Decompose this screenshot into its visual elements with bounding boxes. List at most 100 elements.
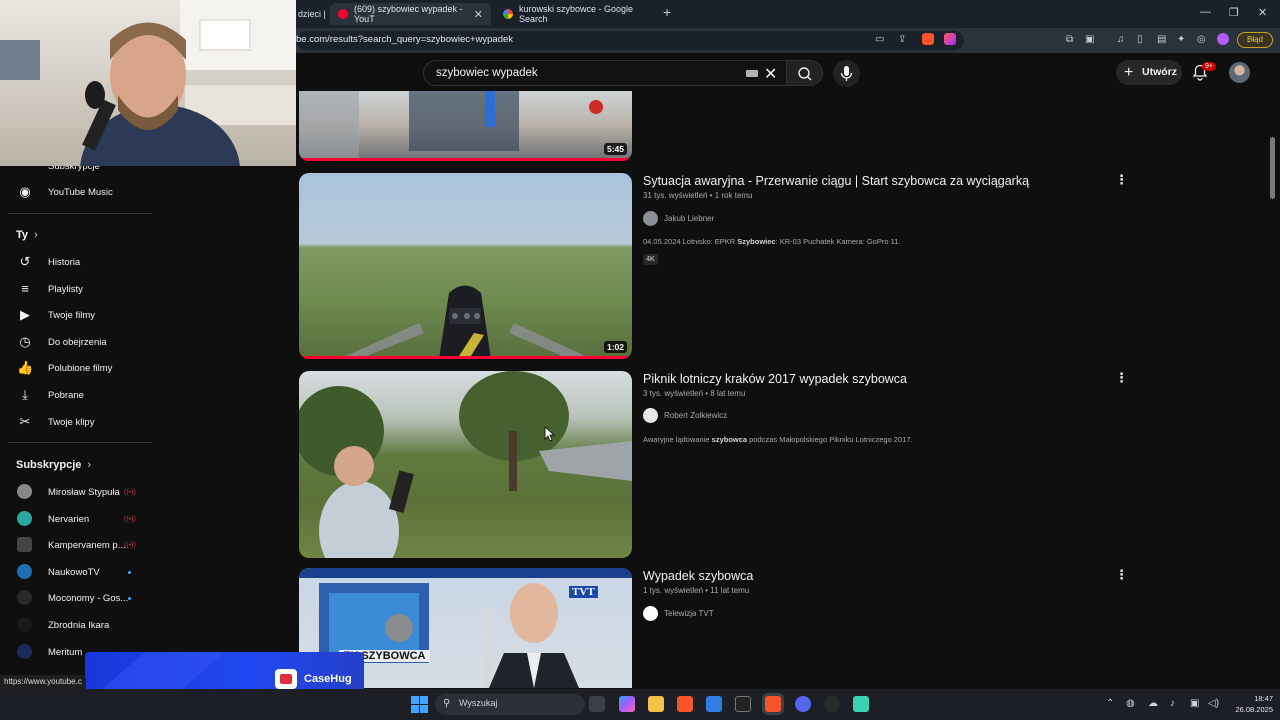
scissors-icon: ✂ xyxy=(19,414,31,429)
taskbar-clock[interactable]: 18:47 26.08.2025 xyxy=(1229,693,1273,715)
brave-active-icon[interactable] xyxy=(765,696,781,712)
subscription-item[interactable]: NaukowoTV xyxy=(0,559,153,585)
chevron-up-icon[interactable]: ⌃ xyxy=(1106,698,1114,709)
tab-label: dzieci | xyxy=(298,9,326,19)
brave-rewards-icon[interactable] xyxy=(944,33,956,45)
link-status-bar: https://www.youtube.c xyxy=(0,675,86,689)
profile-icon[interactable] xyxy=(1217,33,1229,45)
cast-icon[interactable]: ▭ xyxy=(875,34,884,45)
file-explorer-icon[interactable] xyxy=(648,696,664,712)
promo-brand: CaseHug xyxy=(304,673,352,685)
channel-avatar xyxy=(17,617,32,632)
copilot-icon[interactable] xyxy=(619,696,635,712)
live-icon: ((•)) xyxy=(124,541,136,549)
channel-link[interactable]: Jakub Liebner xyxy=(643,211,714,226)
search-input[interactable]: szybowiec wypadek ✕ xyxy=(423,60,787,86)
sidebar-item-your-clips[interactable]: ✂ Twoje klipy xyxy=(0,409,153,435)
keyboard-icon[interactable] xyxy=(746,70,758,77)
video-title[interactable]: Wypadek szybowca xyxy=(643,569,753,583)
sidebar-item-history[interactable]: ↺ Historia xyxy=(0,249,153,275)
channel-avatar xyxy=(643,408,658,423)
more-actions-icon[interactable]: ⋮ xyxy=(1115,567,1128,583)
reading-list-icon[interactable]: ▯ xyxy=(1137,34,1143,45)
notepad-icon[interactable] xyxy=(853,696,869,712)
google-favicon-icon xyxy=(503,9,513,19)
obs-icon[interactable] xyxy=(824,696,840,712)
voice-search-button[interactable] xyxy=(833,60,860,87)
windows-taskbar: ⚲ Wyszukaj ⌃ ◍ ☁ ♪ ▣ ◁) 18:47 26.08.2025 xyxy=(0,689,1280,720)
close-tab-icon[interactable]: ✕ xyxy=(474,8,483,21)
tab-dzieci[interactable]: dzieci | xyxy=(290,3,334,25)
volume-icon[interactable]: ◁) xyxy=(1208,698,1219,709)
sidebar-item-playlists[interactable]: ≡ Playlisty xyxy=(0,276,153,302)
discord-icon[interactable] xyxy=(795,696,811,712)
account-avatar[interactable] xyxy=(1229,62,1250,83)
tab-google-search[interactable]: kurowski szybowce - Google Search xyxy=(495,3,656,25)
search-button[interactable] xyxy=(786,60,823,86)
sidebar-item-downloads[interactable]: ⤓ Pobrane xyxy=(0,382,153,408)
taskbar-search-input[interactable] xyxy=(435,694,585,715)
music-icon[interactable]: ♫ xyxy=(1117,34,1125,45)
profile-error-badge[interactable]: Błąd xyxy=(1237,32,1273,48)
video-thumbnail[interactable]: 5:45 xyxy=(299,91,632,161)
tab-label: kurowski szybowce - Google Search xyxy=(519,4,634,24)
channel-link[interactable]: Telewizja TVT xyxy=(643,606,714,621)
you-section-header[interactable]: Ty › xyxy=(16,229,38,241)
subscriptions-section-header[interactable]: Subskrypcje › xyxy=(16,459,91,471)
restore-icon[interactable]: ❐ xyxy=(1229,6,1239,19)
video-duration: 1:02 xyxy=(603,341,627,353)
vpn-icon[interactable]: ◎ xyxy=(1197,34,1206,45)
video-thumbnail[interactable]: 1:02 xyxy=(299,173,632,359)
steam-tray-icon[interactable]: ◍ xyxy=(1126,698,1135,709)
brave-shields-icon[interactable] xyxy=(922,33,934,45)
tab-youtube-search[interactable]: (609) szybowiec wypadek - YouT ✕ xyxy=(330,3,491,25)
create-button[interactable]: + Utwórz xyxy=(1116,60,1182,85)
close-window-icon[interactable]: ✕ xyxy=(1258,6,1267,19)
video-title[interactable]: Piknik lotniczy kraków 2017 wypadek szyb… xyxy=(643,372,907,386)
wallet-icon[interactable]: ▤ xyxy=(1157,34,1166,45)
channel-avatar xyxy=(643,606,658,621)
screenshot-icon[interactable]: ▣ xyxy=(1085,34,1094,45)
sidebar-item-youtube-music[interactable]: ◉ YouTube Music xyxy=(0,179,153,205)
leo-ai-icon[interactable]: ✦ xyxy=(1177,34,1185,45)
extensions-puzzle-icon[interactable]: ⧉ xyxy=(1066,34,1073,45)
video-thumbnail[interactable] xyxy=(299,371,632,558)
sidebar-item-watch-later[interactable]: ◷ Do obejrzenia xyxy=(0,329,153,355)
cloud-icon[interactable]: ☁ xyxy=(1148,698,1158,709)
subscription-item[interactable]: Moconomy - Gos... xyxy=(0,585,153,611)
subscription-item[interactable]: Zbrodnia Ikara xyxy=(0,612,153,638)
minimize-icon[interactable]: — xyxy=(1200,6,1211,18)
brave-browser-icon[interactable] xyxy=(677,696,693,712)
network-icon[interactable]: ▣ xyxy=(1190,698,1199,709)
page-scrollbar[interactable] xyxy=(1270,137,1275,199)
subscription-item[interactable]: Mirosław Stypuła ((•)) xyxy=(0,479,153,505)
video-meta: 1 tys. wyświetleń • 11 lat temu xyxy=(643,586,750,595)
share-icon[interactable]: ⇪ xyxy=(898,34,906,45)
sidebar-item-your-videos[interactable]: ▶ Twoje filmy xyxy=(0,302,153,328)
subscription-item[interactable]: Nervarien ((•)) xyxy=(0,506,153,532)
thumbnail-image xyxy=(339,285,592,359)
new-content-dot-icon xyxy=(128,597,131,600)
search-icon xyxy=(798,67,812,81)
clear-search-icon[interactable]: ✕ xyxy=(764,64,777,84)
subscription-item[interactable]: Kampervanem p... ((•)) xyxy=(0,532,153,558)
microphone-icon xyxy=(840,66,853,81)
channel-avatar xyxy=(17,644,32,659)
video-meta: 3 tys. wyświetleń • 8 lat temu xyxy=(643,389,746,398)
task-view-icon[interactable] xyxy=(589,696,605,712)
store-icon[interactable] xyxy=(706,696,722,712)
channel-avatar xyxy=(643,211,658,226)
clock-icon: ◷ xyxy=(19,334,31,349)
your-videos-icon: ▶ xyxy=(20,307,30,322)
new-tab-icon[interactable]: + xyxy=(663,4,671,20)
terminal-icon[interactable] xyxy=(735,696,751,712)
url-text[interactable]: be.com/results?search_query=szybowiec+wy… xyxy=(296,34,513,45)
channel-link[interactable]: Robert Zolkiewicz xyxy=(643,408,727,423)
windows-start-icon[interactable] xyxy=(411,696,428,713)
microphone-tray-icon[interactable]: ♪ xyxy=(1170,698,1175,709)
video-title[interactable]: Sytuacja awaryjna - Przerwanie ciągu | S… xyxy=(643,174,1029,188)
sidebar-item-liked-videos[interactable]: 👍 Polubione filmy xyxy=(0,355,153,381)
more-actions-icon[interactable]: ⋮ xyxy=(1115,172,1128,188)
more-actions-icon[interactable]: ⋮ xyxy=(1115,370,1128,386)
thumbnail-image xyxy=(299,91,603,161)
